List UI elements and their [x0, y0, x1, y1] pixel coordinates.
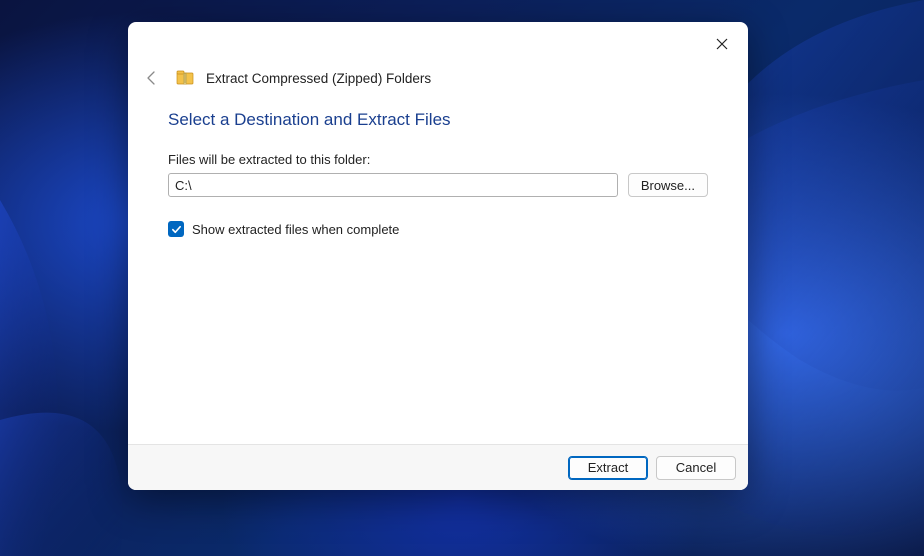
wizard-header: Extract Compressed (Zipped) Folders	[128, 66, 748, 102]
cancel-button[interactable]: Cancel	[656, 456, 736, 480]
instruction-heading: Select a Destination and Extract Files	[168, 110, 708, 130]
show-files-checkbox-label[interactable]: Show extracted files when complete	[192, 222, 399, 237]
titlebar	[128, 22, 748, 66]
extract-wizard-dialog: Extract Compressed (Zipped) Folders Sele…	[128, 22, 748, 490]
path-field-label: Files will be extracted to this folder:	[168, 152, 708, 167]
back-arrow-icon	[144, 70, 160, 86]
wizard-content: Select a Destination and Extract Files F…	[128, 102, 748, 444]
browse-button[interactable]: Browse...	[628, 173, 708, 197]
wizard-title: Extract Compressed (Zipped) Folders	[206, 71, 431, 86]
close-button[interactable]	[702, 28, 742, 60]
checkmark-icon	[171, 224, 182, 235]
back-button[interactable]	[140, 66, 164, 90]
zip-folder-icon	[176, 69, 194, 87]
show-files-checkbox[interactable]	[168, 221, 184, 237]
close-icon	[716, 38, 728, 50]
destination-path-input[interactable]	[168, 173, 618, 197]
wizard-footer: Extract Cancel	[128, 444, 748, 490]
extract-button[interactable]: Extract	[568, 456, 648, 480]
